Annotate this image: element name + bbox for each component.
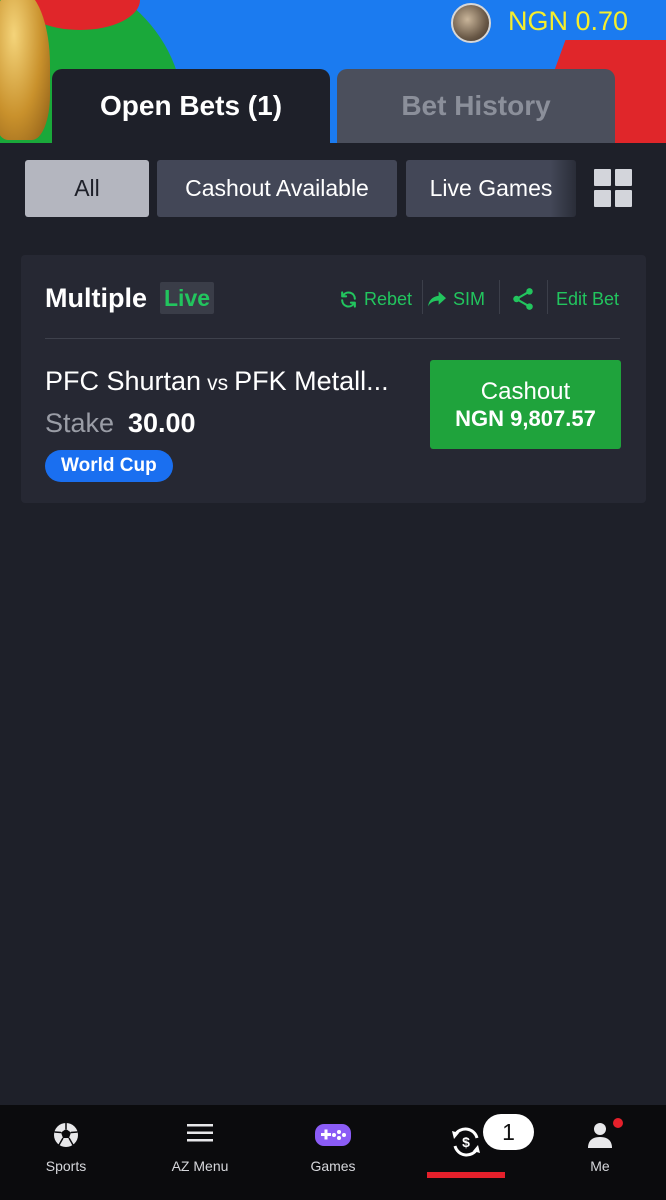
home-team: PFC Shurtan <box>45 366 202 396</box>
grid-view-icon[interactable] <box>594 169 632 207</box>
tab-open-bets[interactable]: Open Bets (1) <box>52 69 330 143</box>
active-tab-indicator <box>427 1172 505 1178</box>
match-title[interactable]: PFC Shurtan vs PFK Metall... <box>45 366 415 397</box>
open-bets-count-badge: 1 <box>483 1114 534 1150</box>
menu-icon <box>187 1124 213 1142</box>
nav-sports[interactable]: Sports <box>11 1105 121 1200</box>
filter-cashout-available[interactable]: Cashout Available <box>157 160 397 217</box>
cashout-button[interactable]: Cashout NGN 9,807.57 <box>430 360 621 449</box>
tab-bet-history[interactable]: Bet History <box>337 69 615 143</box>
filter-live-games[interactable]: Live Games <box>406 160 576 217</box>
bet-type: Multiple <box>45 283 147 313</box>
stake-value: 30.00 <box>128 408 196 438</box>
cashout-label: Cashout <box>480 378 571 406</box>
balance-amount[interactable]: NGN 0.70 <box>508 6 628 37</box>
forward-arrow-icon <box>428 291 446 307</box>
cashout-amount: NGN 9,807.57 <box>455 405 596 431</box>
nav-me-label: Me <box>590 1158 610 1174</box>
refresh-icon <box>341 290 356 308</box>
edit-bet-button[interactable]: Edit Bet <box>556 283 619 315</box>
nav-az-menu-label: AZ Menu <box>171 1158 229 1174</box>
share-icon <box>513 288 533 310</box>
filter-all[interactable]: All <box>25 160 149 217</box>
sim-label: SIM <box>453 288 486 309</box>
stake-label: Stake <box>45 408 115 438</box>
cashout-cycle-icon: $ <box>452 1127 480 1157</box>
notification-dot <box>613 1118 623 1128</box>
soccer-ball-icon <box>54 1123 78 1147</box>
share-button[interactable] <box>510 283 542 315</box>
nav-games[interactable]: Games <box>278 1105 388 1200</box>
live-badge: Live <box>160 282 215 314</box>
avatar[interactable] <box>451 3 491 43</box>
trophy-image <box>0 0 50 140</box>
rebet-button[interactable]: Rebet <box>339 283 412 315</box>
separator <box>499 280 500 314</box>
separator <box>547 280 548 314</box>
sim-button[interactable]: SIM <box>427 283 485 315</box>
separator <box>422 280 423 314</box>
away-team: PFK Metall... <box>234 366 389 396</box>
svg-text:$: $ <box>462 1134 470 1150</box>
nav-az-menu[interactable]: AZ Menu <box>145 1105 255 1200</box>
bet-card: Multiple Live Rebet SIM Edit Bet PFC Shu… <box>21 255 646 503</box>
divider <box>45 338 620 339</box>
vs-label: vs <box>207 372 229 395</box>
gamepad-icon <box>315 1124 351 1146</box>
user-icon <box>588 1123 612 1148</box>
nav-sports-label: Sports <box>45 1158 87 1174</box>
competition-tag: World Cup <box>45 450 173 482</box>
nav-games-label: Games <box>310 1158 356 1174</box>
rebet-label: Rebet <box>364 288 413 309</box>
bottom-nav: Sports AZ Menu Games $ Me <box>0 1105 666 1200</box>
nav-me[interactable]: Me <box>545 1105 655 1200</box>
